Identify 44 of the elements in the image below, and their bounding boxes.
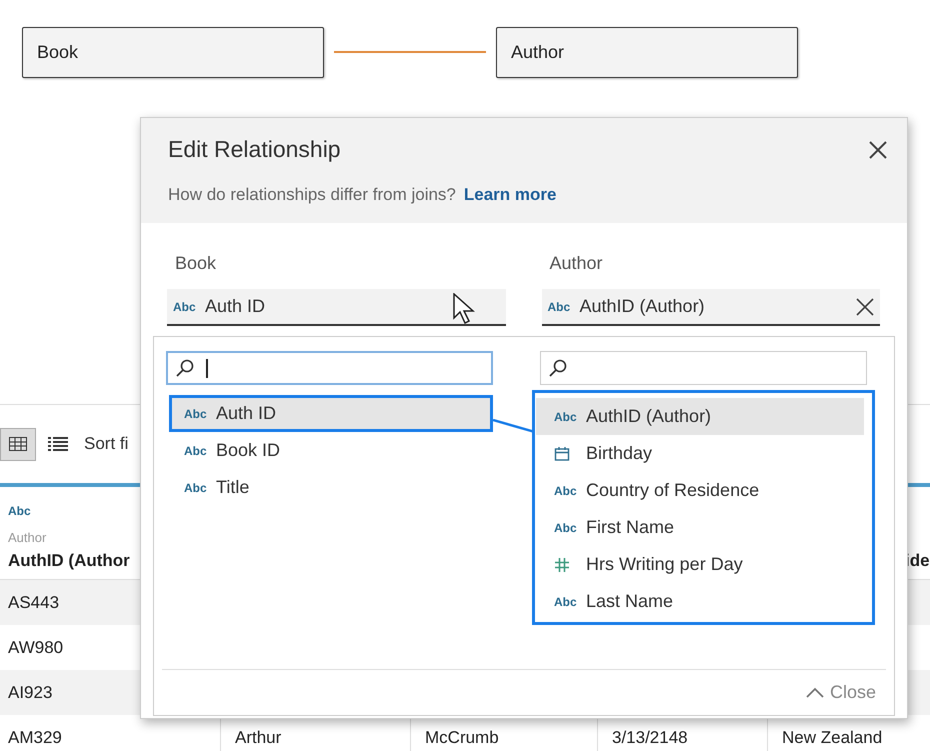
grid-view-button[interactable] — [0, 428, 36, 460]
learn-more-link[interactable]: Learn more — [464, 185, 556, 205]
field-item[interactable]: Abc Country of Residence — [536, 472, 864, 509]
caret-up-icon — [806, 687, 824, 698]
field-item[interactable]: Abc Auth ID — [169, 395, 493, 432]
source-label: Author — [8, 530, 48, 545]
field-item[interactable]: Abc Title — [166, 469, 493, 506]
table-cell: AS443 — [8, 592, 60, 612]
clear-icon[interactable] — [856, 298, 874, 316]
field-selector[interactable]: Abc Auth ID — [167, 289, 506, 326]
table-label: Book — [175, 253, 218, 275]
table-cell: Arthur — [235, 728, 282, 748]
table-cell: AI923 — [8, 682, 52, 702]
close-icon[interactable] — [869, 140, 887, 158]
table-label: Author — [550, 253, 604, 275]
list-icon — [48, 437, 68, 451]
table-cell: AW980 — [8, 638, 64, 658]
field-item[interactable]: Birthday — [536, 435, 864, 472]
field-item[interactable]: Abc Last Name — [536, 583, 864, 620]
table-cell: McCrumb — [425, 728, 499, 748]
search-field[interactable] — [166, 351, 493, 385]
hash-icon — [554, 556, 570, 572]
grid-icon — [9, 437, 27, 451]
field-selector[interactable]: Abc AuthID (Author) — [542, 289, 880, 326]
close-button[interactable]: Close — [806, 682, 886, 703]
help-text: How do relationships differ from joins? — [168, 185, 456, 205]
table-cell: AM329 — [8, 728, 62, 748]
pointer-icon — [453, 293, 475, 325]
field-item[interactable]: Abc First Name — [536, 509, 864, 546]
type-label: Abc — [8, 504, 32, 518]
field-item[interactable]: Abc Book ID — [166, 432, 493, 469]
field-item[interactable]: Hrs Writing per Day — [536, 546, 864, 583]
field-item[interactable]: Abc AuthID (Author) — [536, 398, 864, 435]
table-cell: 3/13/2148 — [612, 728, 688, 748]
table-node[interactable]: Author — [496, 27, 798, 78]
text-caret — [206, 358, 208, 378]
calendar-icon — [554, 446, 570, 462]
dialog-title: Edit Relationship — [168, 136, 341, 163]
table-cell: New Zealand — [782, 728, 882, 748]
search-icon — [549, 359, 567, 377]
search-field[interactable] — [540, 351, 867, 385]
search-icon — [176, 359, 194, 377]
table-node[interactable]: Book — [22, 27, 324, 78]
sort-label[interactable]: Sort fi — [84, 434, 128, 454]
